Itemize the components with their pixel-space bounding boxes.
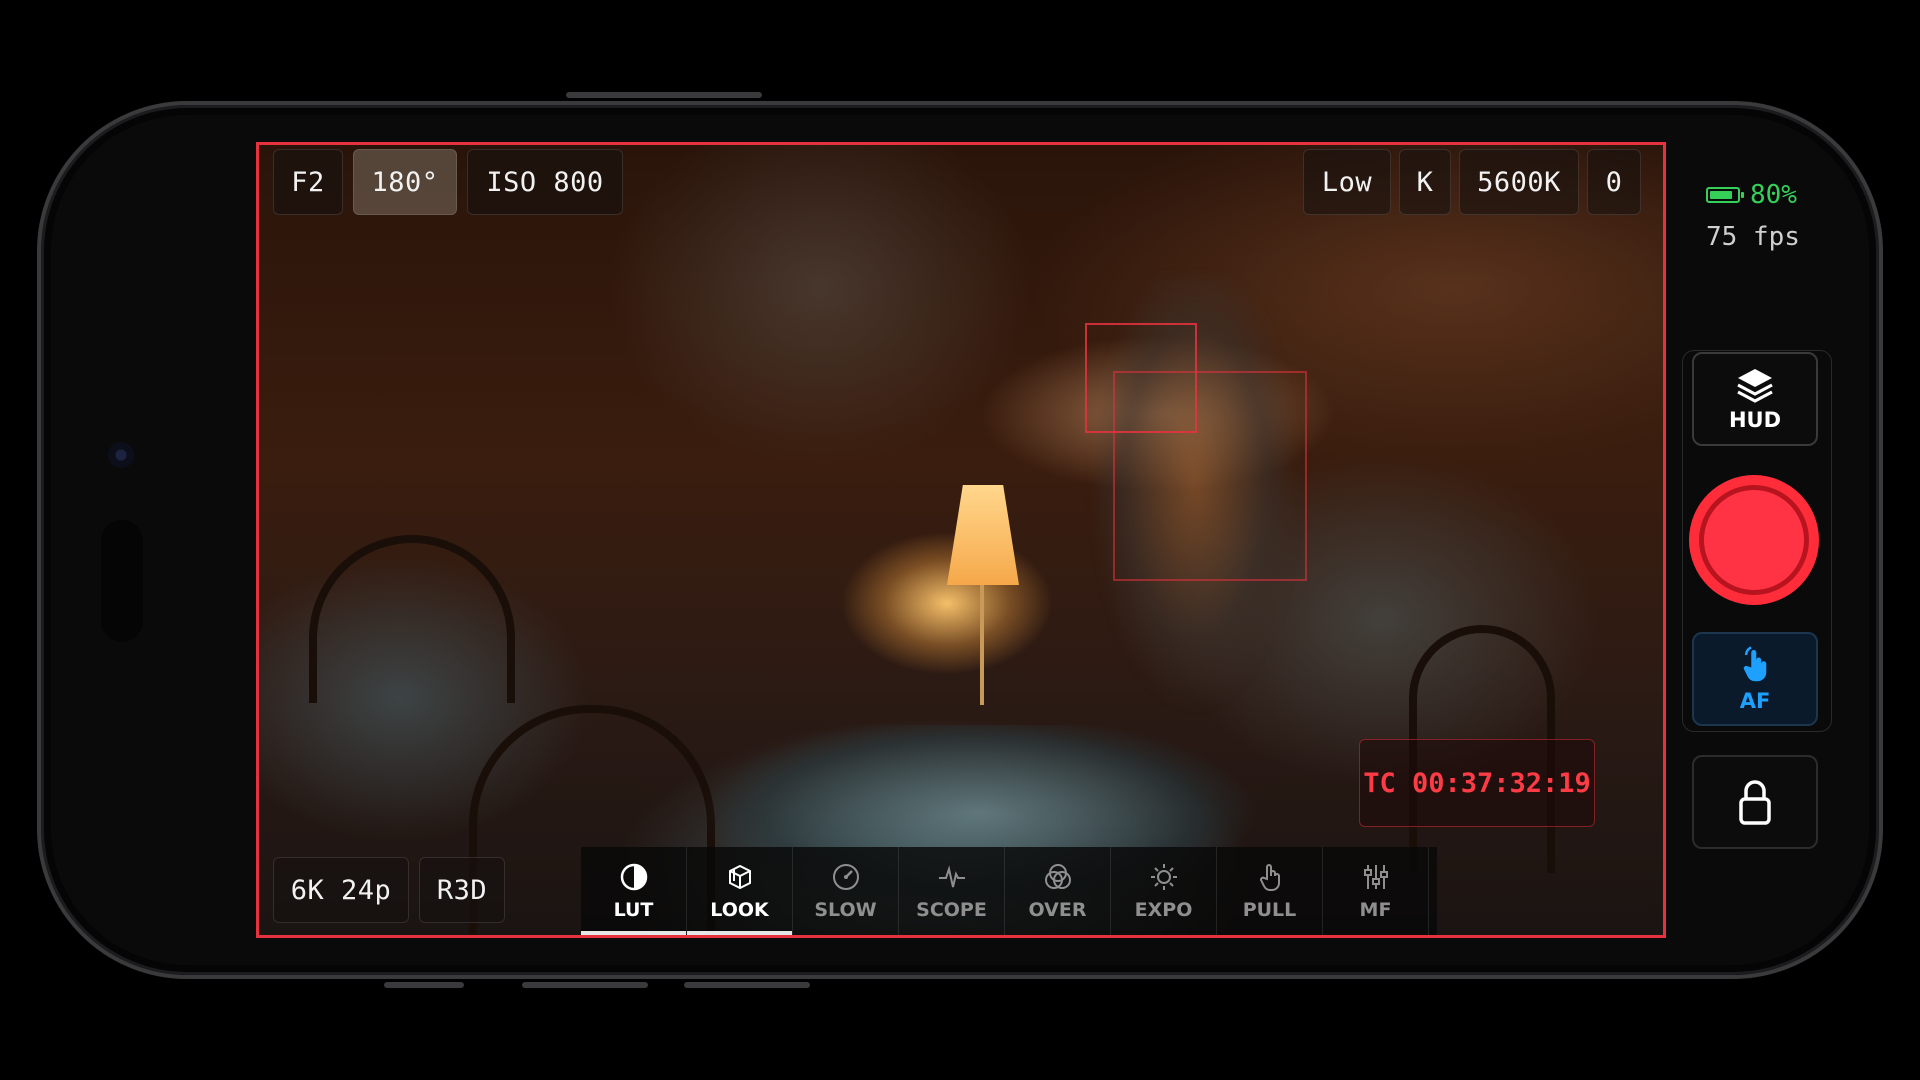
phone-bottom-button-1 <box>384 982 464 988</box>
tool-bar: LUT LOOK SLOW SCOPE OVER EXPO PULL MF <box>581 847 1437 935</box>
tool-scope[interactable]: SCOPE <box>899 847 1005 935</box>
tap-hand-icon <box>1743 646 1767 682</box>
chair-back-left <box>309 535 515 703</box>
lock-button[interactable] <box>1692 755 1818 849</box>
front-camera-icon <box>108 442 134 468</box>
timecode-display: TC 00:37:32:19 <box>1359 739 1595 827</box>
tool-expo-label: EXPO <box>1134 899 1193 921</box>
status-panel: 80% 75 fps <box>1706 180 1800 252</box>
resolution-framerate-control[interactable]: 6K 24p <box>273 857 409 923</box>
dynamic-island <box>101 520 143 642</box>
sliders-icon <box>1363 865 1388 889</box>
tool-slow-label: SLOW <box>814 899 877 921</box>
record-icon <box>1699 485 1809 595</box>
iso-control[interactable]: ISO 800 <box>467 149 623 215</box>
hud-label: HUD <box>1728 408 1782 432</box>
tool-over-label: OVER <box>1028 899 1087 921</box>
battery-status: 80% <box>1706 180 1800 210</box>
cube-stack-icon <box>728 864 751 890</box>
hud-button[interactable]: HUD <box>1692 352 1818 446</box>
shutter-angle-control[interactable]: 180° <box>353 149 457 215</box>
phone-top-button <box>566 92 762 98</box>
overlay-circles-icon <box>1044 864 1071 889</box>
focus-area-box[interactable] <box>1113 371 1307 581</box>
battery-icon <box>1706 187 1744 203</box>
hand-pointer-icon <box>1259 864 1280 891</box>
battery-percent: 80% <box>1750 180 1797 210</box>
tool-lut-label: LUT <box>613 899 654 921</box>
tool-lut[interactable]: LUT <box>581 847 687 935</box>
white-balance-control[interactable]: 5600K <box>1459 149 1579 215</box>
contrast-icon <box>620 863 647 891</box>
af-label: AF <box>1739 689 1771 713</box>
tool-expo[interactable]: EXPO <box>1111 847 1217 935</box>
table-lamp <box>947 485 1019 585</box>
tool-pull-label: PULL <box>1242 899 1297 921</box>
kelvin-mode-control[interactable]: K <box>1399 149 1451 215</box>
waveform-icon <box>938 865 965 888</box>
tool-look-label: LOOK <box>710 899 769 921</box>
layers-icon <box>1737 369 1773 403</box>
autofocus-button[interactable]: AF <box>1692 632 1818 726</box>
lamp-pole <box>980 585 984 705</box>
tool-over[interactable]: OVER <box>1005 847 1111 935</box>
sensor-fps: 75 fps <box>1706 222 1800 252</box>
phone-bottom-button-3 <box>684 982 810 988</box>
tool-pull[interactable]: PULL <box>1217 847 1323 935</box>
tool-mf[interactable]: MF <box>1323 847 1429 935</box>
codec-control[interactable]: R3D <box>419 857 505 923</box>
gain-control[interactable]: Low <box>1303 149 1391 215</box>
lock-icon <box>1739 780 1771 825</box>
aperture-control[interactable]: F2 <box>273 149 343 215</box>
tool-look[interactable]: LOOK <box>687 847 793 935</box>
phone-bottom-button-2 <box>522 982 648 988</box>
record-button[interactable] <box>1689 475 1819 605</box>
tint-control[interactable]: 0 <box>1587 149 1641 215</box>
camera-viewfinder[interactable]: F2 180° ISO 800 Low K 5600K 0 TC 00:37:3… <box>256 142 1666 938</box>
tool-scope-label: SCOPE <box>916 899 987 921</box>
gauge-icon <box>832 864 859 890</box>
tool-slow[interactable]: SLOW <box>793 847 899 935</box>
sun-icon <box>1150 864 1177 890</box>
tool-mf-label: MF <box>1359 899 1392 921</box>
